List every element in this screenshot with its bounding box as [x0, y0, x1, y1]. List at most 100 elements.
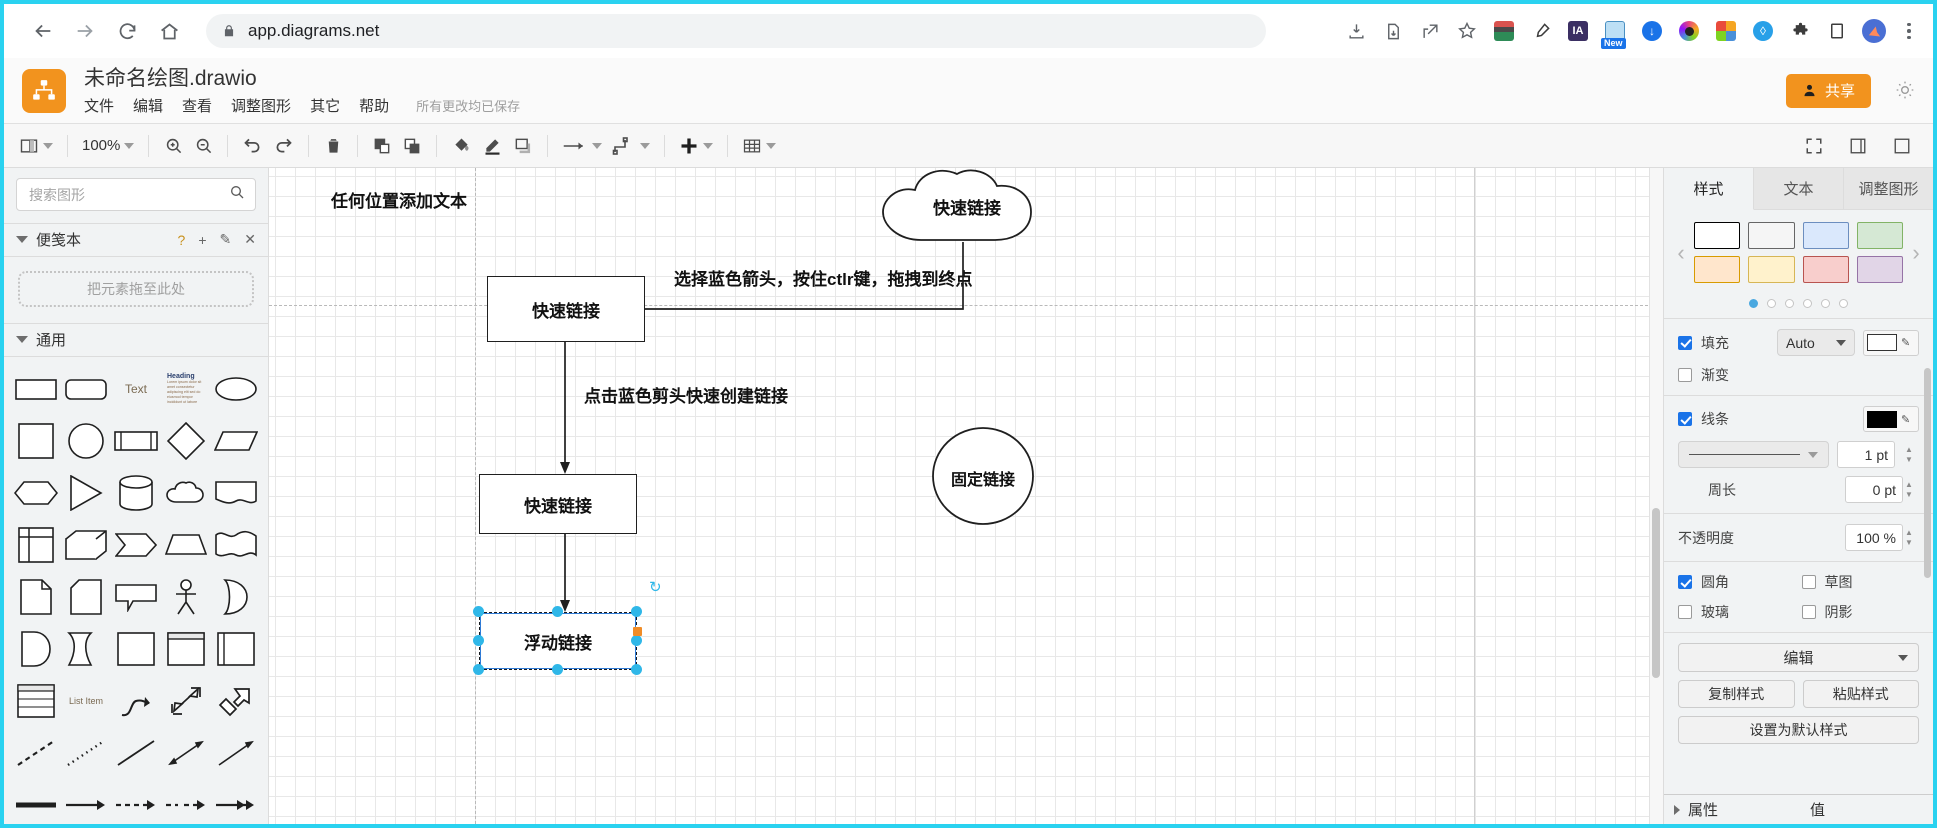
eyedropper-icon[interactable]: ✎: [1901, 413, 1910, 426]
delete-icon[interactable]: [318, 131, 348, 161]
close-icon[interactable]: ✕: [244, 231, 256, 248]
menu-arrange[interactable]: 调整图形: [231, 95, 291, 116]
shape-solid-line[interactable]: [114, 733, 158, 773]
shape-rounded-rectangle[interactable]: [64, 369, 108, 409]
insert-caret-icon[interactable]: [703, 142, 714, 149]
shape-thick-line[interactable]: [14, 785, 58, 824]
shape-list-item[interactable]: List Item: [64, 681, 108, 721]
perimeter-stepper[interactable]: ▲ ▼: [1905, 480, 1919, 499]
resize-handle-w[interactable]: [473, 635, 484, 646]
shape-delay[interactable]: [14, 629, 58, 669]
forward-arrow-icon[interactable]: [66, 12, 104, 50]
shape-bidirectional-arrow[interactable]: [164, 681, 208, 721]
diagram-canvas[interactable]: 任何位置添加文本 选择蓝色箭头，按住ctlr键，拖拽到终点 点击蓝色剪头快速创建…: [269, 168, 1663, 824]
swatch-white[interactable]: [1694, 222, 1741, 249]
theme-toggle-icon[interactable]: [1895, 80, 1915, 105]
edit-pencil-icon[interactable]: ✎: [220, 231, 232, 248]
calculator-icon[interactable]: [1492, 19, 1516, 43]
format-panel-icon[interactable]: [1843, 131, 1873, 161]
resize-handle-ne[interactable]: [631, 606, 642, 617]
shadow-checkbox[interactable]: [1801, 605, 1816, 619]
general-section-header[interactable]: 通用: [4, 322, 268, 357]
share-button[interactable]: 共享: [1785, 73, 1871, 108]
swatch-purple[interactable]: [1856, 256, 1903, 283]
shape-diamond[interactable]: [164, 421, 208, 461]
shape-document[interactable]: [214, 473, 258, 513]
page-dot-4[interactable]: [1803, 299, 1812, 308]
connection-arrow-icon[interactable]: [557, 131, 607, 161]
shape-trapezoid[interactable]: [164, 525, 208, 565]
canvas-scrollbar[interactable]: [1649, 168, 1663, 824]
tab-text[interactable]: 文本: [1754, 168, 1844, 209]
water-drop-icon[interactable]: ◊: [1751, 19, 1775, 43]
to-back-icon[interactable]: [397, 131, 427, 161]
shape-note[interactable]: [14, 577, 58, 617]
chevron-down-icon[interactable]: [16, 336, 28, 344]
outline-icon[interactable]: [1887, 131, 1917, 161]
properties-bar[interactable]: 属性 值: [1664, 794, 1933, 824]
zoom-out-icon[interactable]: [188, 131, 218, 161]
reload-icon[interactable]: [108, 12, 146, 50]
page-dot-5[interactable]: [1821, 299, 1830, 308]
fullscreen-icon[interactable]: [1799, 131, 1829, 161]
table-icon[interactable]: [737, 131, 781, 161]
new-tool-icon[interactable]: New: [1601, 19, 1627, 49]
share-icon[interactable]: [1418, 19, 1442, 43]
page-dot-3[interactable]: [1785, 299, 1794, 308]
table-caret-icon[interactable]: [766, 142, 777, 149]
node-quick-link-top[interactable]: 快速链接: [487, 276, 645, 342]
node-floating-link[interactable]: 浮动链接: [479, 612, 637, 670]
copy-style-button[interactable]: 复制样式: [1678, 680, 1795, 708]
fill-checkbox[interactable]: [1678, 335, 1692, 350]
scratchpad-header[interactable]: 便笺本 ? + ✎ ✕: [4, 223, 268, 257]
swatch-blue[interactable]: [1802, 222, 1849, 249]
resize-handle-se[interactable]: [631, 664, 642, 675]
page-dot-2[interactable]: [1767, 299, 1776, 308]
search-shapes-box[interactable]: [16, 178, 256, 211]
shape-card[interactable]: [64, 577, 108, 617]
swatch-green[interactable]: [1856, 222, 1903, 249]
zoom-in-icon[interactable]: [158, 131, 188, 161]
shape-rectangle[interactable]: [14, 369, 58, 409]
chevron-down-icon[interactable]: [16, 236, 28, 244]
zoom-caret-icon[interactable]: [124, 142, 135, 149]
undo-icon[interactable]: [237, 131, 268, 161]
line-color-icon[interactable]: [477, 131, 508, 161]
rotate-handle-icon[interactable]: ↻: [649, 578, 662, 596]
save-page-icon[interactable]: [1381, 19, 1405, 43]
swatch-gray[interactable]: [1748, 222, 1795, 249]
shape-hexagon[interactable]: [14, 473, 58, 513]
install-page-icon[interactable]: [1344, 19, 1368, 43]
label-handle[interactable]: [633, 627, 642, 636]
to-front-icon[interactable]: [367, 131, 397, 161]
opacity-input[interactable]: 100 %: [1845, 524, 1903, 551]
shape-dashed-line[interactable]: [14, 733, 58, 773]
shape-heading-textblock[interactable]: Heading Lorem ipsum dolor sit amet consec…: [164, 369, 208, 409]
resize-handle-s[interactable]: [552, 664, 563, 675]
shape-cylinder[interactable]: [114, 473, 158, 513]
resize-handle-e[interactable]: [631, 635, 642, 646]
puzzle-icon[interactable]: [1788, 19, 1812, 43]
shape-dashed-connector[interactable]: [114, 785, 158, 824]
back-arrow-icon[interactable]: [24, 12, 62, 50]
menu-file[interactable]: 文件: [84, 95, 114, 116]
menu-edit[interactable]: 编辑: [133, 95, 163, 116]
resize-handle-sw[interactable]: [473, 664, 484, 675]
connection-caret-icon[interactable]: [592, 142, 603, 149]
fill-color-chip[interactable]: ✎: [1863, 329, 1919, 356]
shadow-icon[interactable]: [508, 131, 538, 161]
tab-arrange[interactable]: 调整图形: [1844, 168, 1933, 209]
shape-parallelogram[interactable]: [214, 421, 258, 461]
search-input[interactable]: [27, 185, 229, 204]
shape-container[interactable]: [114, 629, 158, 669]
line-color-chip[interactable]: ✎: [1863, 406, 1919, 432]
shape-square[interactable]: [14, 421, 58, 461]
home-icon[interactable]: [150, 12, 188, 50]
ia-writer-icon[interactable]: IA: [1566, 19, 1590, 43]
shape-vertical-frame[interactable]: [214, 629, 258, 669]
shape-process[interactable]: [114, 421, 158, 461]
redo-icon[interactable]: [268, 131, 299, 161]
tab-style[interactable]: 样式: [1664, 168, 1754, 210]
canvas-scrollbar-thumb[interactable]: [1652, 508, 1660, 678]
shape-block-arrow[interactable]: [214, 681, 258, 721]
